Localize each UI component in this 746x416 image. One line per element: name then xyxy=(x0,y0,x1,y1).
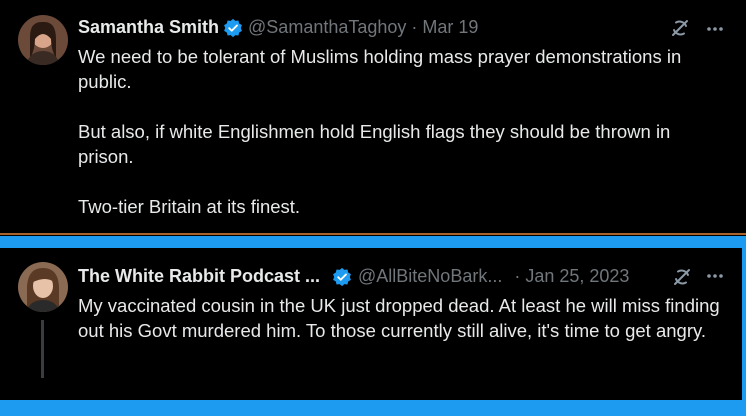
tweet-2[interactable]: The White Rabbit Podcast ... @AllBiteNoB… xyxy=(0,248,746,400)
separator-dot: · xyxy=(514,266,521,286)
display-name[interactable]: The White Rabbit Podcast ... xyxy=(78,266,320,287)
divider xyxy=(0,233,746,235)
highlight-bar xyxy=(0,400,746,416)
grok-icon[interactable] xyxy=(671,266,693,288)
verified-badge-icon xyxy=(223,18,243,38)
avatar[interactable] xyxy=(18,262,68,312)
tweet-date[interactable]: Jan 25, 2023 xyxy=(525,266,629,287)
tweet-date[interactable]: Mar 19 xyxy=(422,17,478,38)
tweet-text: We need to be tolerant of Muslims holdin… xyxy=(78,46,682,217)
verified-badge-icon xyxy=(332,267,352,287)
highlight-bar xyxy=(0,236,746,248)
more-icon[interactable] xyxy=(705,266,725,286)
tweet-1[interactable]: Samantha Smith @SamanthaTaghoy · Mar 19 … xyxy=(0,0,746,236)
avatar[interactable] xyxy=(18,15,68,65)
separator-dot: · xyxy=(411,17,418,37)
tweet-header: Samantha Smith @SamanthaTaghoy · Mar 19 xyxy=(78,17,478,38)
more-icon[interactable] xyxy=(705,19,725,39)
thread-line xyxy=(41,320,44,378)
display-name[interactable]: Samantha Smith xyxy=(78,17,219,38)
tweet-header: The White Rabbit Podcast ... @AllBiteNoB… xyxy=(78,266,629,287)
handle[interactable]: @AllBiteNoBark... xyxy=(358,266,502,287)
tweet-text: My vaccinated cousin in the UK just drop… xyxy=(78,295,720,341)
handle[interactable]: @SamanthaTaghoy xyxy=(248,17,406,38)
grok-icon[interactable] xyxy=(669,17,691,39)
